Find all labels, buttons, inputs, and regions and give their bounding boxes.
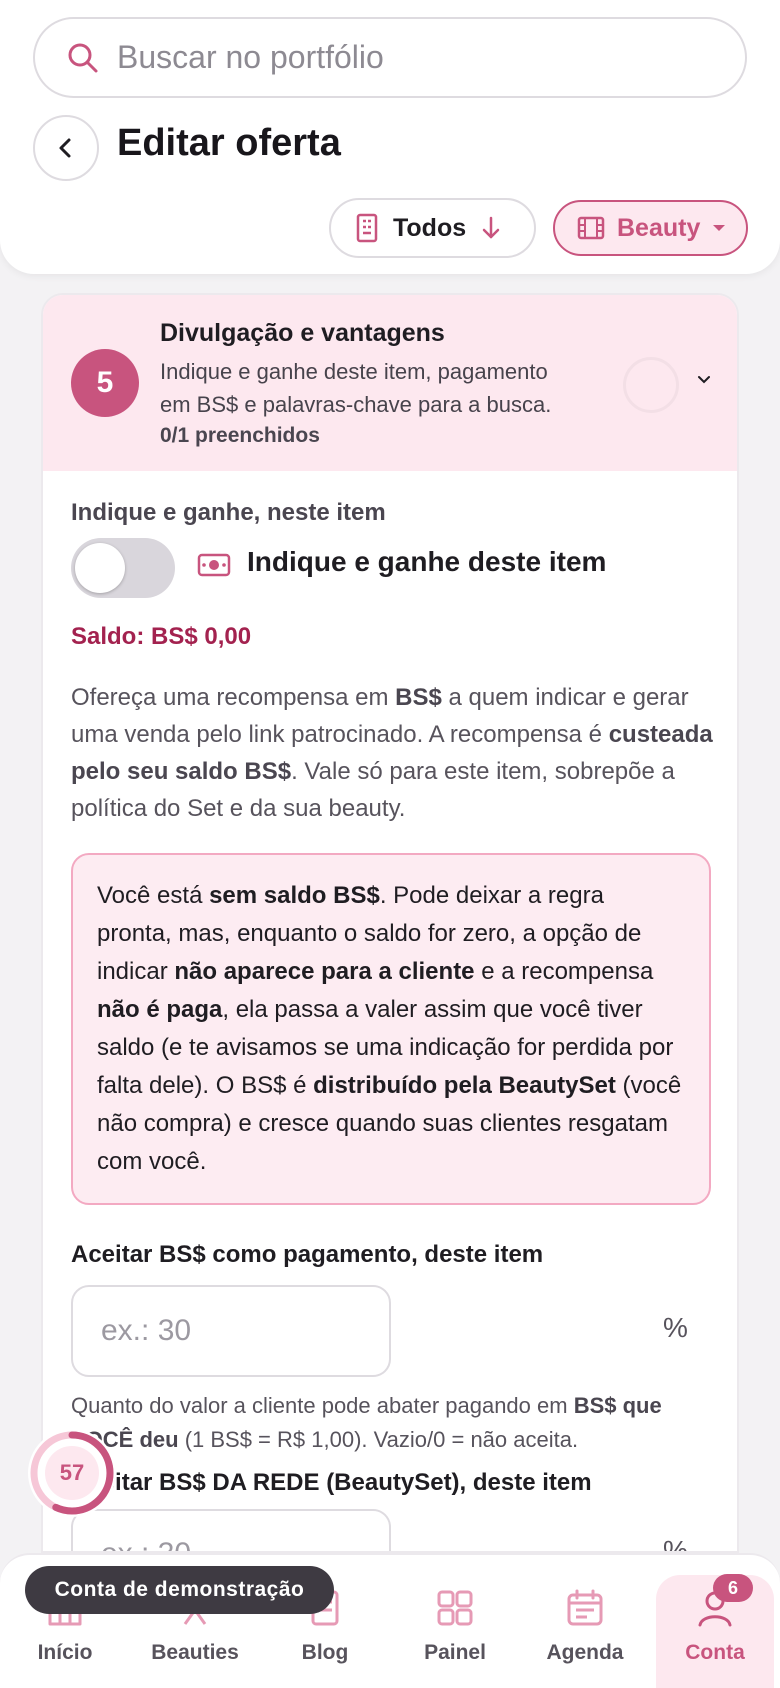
rede-unit: % xyxy=(663,1535,688,1553)
aceitar-helper-text: Quanto do valor a cliente pode abater pa… xyxy=(71,1393,662,1452)
money-icon xyxy=(197,553,231,577)
caret-down-icon xyxy=(713,225,726,231)
nav-label-conta: Conta xyxy=(685,1641,745,1664)
chevron-left-icon xyxy=(59,138,71,158)
nav-label-painel: Painel xyxy=(424,1641,486,1664)
filter-beauty-label: Beauty xyxy=(617,213,701,242)
filter-todos-button[interactable]: Todos xyxy=(329,198,536,258)
toggle-knob xyxy=(75,543,125,593)
film-icon xyxy=(577,216,605,240)
filter-todos-label: Todos xyxy=(393,213,467,242)
grid-icon xyxy=(437,1590,473,1626)
step-number: 5 xyxy=(71,349,139,417)
aceitar-unit: % xyxy=(663,1312,688,1343)
top-header: Buscar no portfólio Editar oferta Todos xyxy=(0,0,780,274)
nav-label-beauties: Beauties xyxy=(151,1641,239,1664)
back-button[interactable] xyxy=(33,115,99,181)
indique-field-label: Indique e ganhe, neste item xyxy=(71,499,386,526)
no-balance-warning: Você está sem saldo BS$. Pode deixar a r… xyxy=(71,853,711,1205)
search-bar[interactable]: Buscar no portfólio xyxy=(33,17,747,98)
section-title: Divulgação e vantagens xyxy=(160,319,445,347)
chevron-down-icon[interactable] xyxy=(697,375,711,385)
nav-label-inicio: Início xyxy=(37,1641,93,1664)
search-input[interactable]: Buscar no portfólio xyxy=(117,39,384,76)
nav-item-agenda[interactable]: Agenda xyxy=(520,1555,650,1688)
section-description: Indique e ganhe deste item, pagamento em… xyxy=(160,359,552,417)
progress-ring xyxy=(623,357,679,413)
notification-badge: 6 xyxy=(713,1574,753,1602)
filter-beauty-dropdown[interactable]: Beauty xyxy=(553,200,748,256)
nav-item-conta[interactable]: Conta xyxy=(650,1555,780,1688)
section-card: 5 Divulgação e vantagens Indique e ganhe… xyxy=(41,293,739,1553)
nav-item-painel[interactable]: Painel xyxy=(390,1555,520,1688)
indique-toggle[interactable] xyxy=(71,538,175,598)
section-header[interactable]: 5 Divulgação e vantagens Indique e ganhe… xyxy=(43,295,737,471)
aceitar-percent-input[interactable]: ex.: 30 xyxy=(71,1285,391,1377)
rede-placeholder: ex.: 30 xyxy=(101,1537,191,1551)
rede-field-label: Aceitar BS$ DA REDE (BeautySet), deste i… xyxy=(71,1469,592,1496)
demo-account-pill: Conta de demonstração xyxy=(25,1566,334,1614)
section-filled-count: 0/1 preenchidos xyxy=(160,424,320,447)
arrow-down-icon xyxy=(482,216,500,239)
calendar-icon xyxy=(567,1589,603,1626)
aceitar-placeholder: ex.: 30 xyxy=(101,1314,192,1347)
page-title: Editar oferta xyxy=(117,122,341,164)
indique-description: Ofereça uma recompensa em BS$ a quem ind… xyxy=(71,684,713,822)
saldo-value: Saldo: BS$ 0,00 xyxy=(71,623,252,650)
rede-percent-input[interactable]: ex.: 30 xyxy=(71,1509,391,1551)
profile-score-badge[interactable]: 57 xyxy=(26,1427,118,1519)
nav-label-agenda: Agenda xyxy=(546,1641,624,1664)
building-icon xyxy=(356,213,378,243)
nav-label-blog: Blog xyxy=(301,1641,349,1664)
search-icon xyxy=(68,43,98,72)
indique-toggle-label: Indique e ganhe deste item xyxy=(247,546,607,577)
score-value: 57 xyxy=(59,1460,85,1485)
aceitar-field-label: Aceitar BS$ como pagamento, deste item xyxy=(71,1241,544,1268)
